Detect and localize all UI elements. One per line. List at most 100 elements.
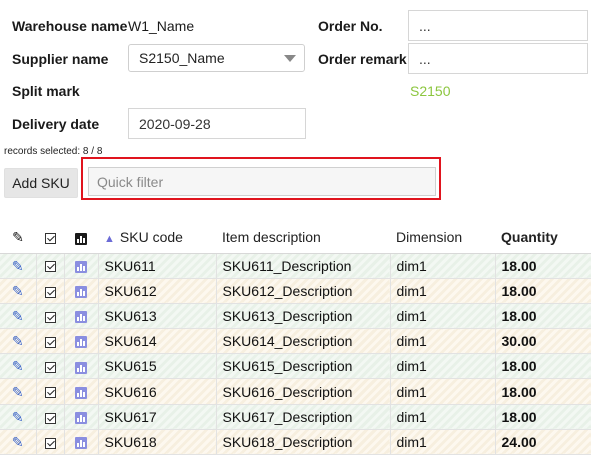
select-cell[interactable] xyxy=(36,278,65,304)
bar-chart-icon[interactable] xyxy=(75,437,87,450)
edit-cell[interactable]: ✎ xyxy=(0,303,37,330)
pencil-icon[interactable]: ✎ xyxy=(12,309,24,323)
supplier-select[interactable]: S2150_Name xyxy=(128,44,305,72)
bar-chart-icon[interactable] xyxy=(75,260,87,273)
edit-cell[interactable]: ✎ xyxy=(0,278,37,304)
sku-code-header-label: SKU code xyxy=(119,229,183,246)
quantity-cell[interactable]: 24.00 xyxy=(495,429,591,456)
delivery-date-label: Delivery date xyxy=(12,116,100,132)
quantity-cell[interactable]: 18.00 xyxy=(495,353,591,380)
bar-chart-icon[interactable] xyxy=(75,361,87,374)
dimension-cell: dim1 xyxy=(390,328,496,355)
checkbox-icon[interactable] xyxy=(44,311,56,323)
edit-cell[interactable]: ✎ xyxy=(0,353,37,380)
table-row[interactable]: ✎ SKU614 SKU614_Description dim1 30.00 xyxy=(0,328,591,355)
detail-cell[interactable] xyxy=(64,378,99,405)
pencil-icon[interactable]: ✎ xyxy=(12,410,24,424)
edit-cell[interactable]: ✎ xyxy=(0,404,37,430)
edit-column-header: ✎ xyxy=(0,222,36,254)
dimension-cell: dim1 xyxy=(390,278,496,304)
detail-cell[interactable] xyxy=(64,303,99,330)
split-mark-label: Split mark xyxy=(12,83,80,99)
quantity-cell[interactable]: 18.00 xyxy=(495,378,591,405)
table-header-row: ✎ ▲ SKU code Item description Dimension Q… xyxy=(0,222,591,254)
dimension-cell: dim1 xyxy=(390,353,496,380)
select-cell[interactable] xyxy=(36,303,65,330)
pencil-icon[interactable]: ✎ xyxy=(12,435,24,449)
quantity-cell[interactable]: 18.00 xyxy=(495,303,591,330)
checkbox-icon[interactable] xyxy=(44,437,56,449)
bar-chart-icon[interactable] xyxy=(75,386,87,399)
detail-cell[interactable] xyxy=(64,278,99,304)
select-cell[interactable] xyxy=(36,429,65,456)
select-column-header[interactable] xyxy=(36,222,64,254)
table-row[interactable]: ✎ SKU611 SKU611_Description dim1 18.00 xyxy=(0,253,591,279)
table-row[interactable]: ✎ SKU615 SKU615_Description dim1 18.00 xyxy=(0,353,591,380)
select-cell[interactable] xyxy=(36,253,65,279)
warehouse-label: Warehouse name xyxy=(12,18,128,34)
quantity-cell[interactable]: 18.00 xyxy=(495,253,591,279)
bar-chart-icon[interactable] xyxy=(75,286,87,299)
dimension-cell: dim1 xyxy=(390,303,496,330)
edit-cell[interactable]: ✎ xyxy=(0,328,37,355)
edit-cell[interactable]: ✎ xyxy=(0,378,37,405)
pencil-icon[interactable]: ✎ xyxy=(12,334,24,348)
checkbox-icon[interactable] xyxy=(44,362,56,374)
order-remark-label: Order remark xyxy=(318,51,407,67)
sku-code-cell: SKU618 xyxy=(98,429,217,456)
detail-cell[interactable] xyxy=(64,429,99,456)
quantity-cell[interactable]: 30.00 xyxy=(495,328,591,355)
bar-chart-icon[interactable] xyxy=(75,412,87,425)
detail-cell[interactable] xyxy=(64,328,99,355)
item-description-header[interactable]: Item description xyxy=(216,222,390,254)
sku-code-cell: SKU615 xyxy=(98,353,217,380)
dimension-cell: dim1 xyxy=(390,378,496,405)
edit-cell[interactable]: ✎ xyxy=(0,429,37,456)
detail-cell[interactable] xyxy=(64,353,99,380)
checkbox-icon[interactable] xyxy=(44,286,56,298)
table-row[interactable]: ✎ SKU616 SKU616_Description dim1 18.00 xyxy=(0,378,591,405)
detail-cell[interactable] xyxy=(64,404,99,430)
order-remark-field[interactable]: ... xyxy=(408,43,588,74)
order-no-field[interactable]: ... xyxy=(408,10,588,41)
dimension-header[interactable]: Dimension xyxy=(390,222,495,254)
sku-code-cell: SKU614 xyxy=(98,328,217,355)
checkbox-icon[interactable] xyxy=(44,412,56,424)
select-cell[interactable] xyxy=(36,328,65,355)
order-no-label: Order No. xyxy=(318,18,383,34)
sku-code-cell: SKU616 xyxy=(98,378,217,405)
checkbox-icon[interactable] xyxy=(44,336,56,348)
delivery-date-field[interactable]: 2020-09-28 xyxy=(128,108,306,139)
select-cell[interactable] xyxy=(36,404,65,430)
bar-chart-icon[interactable] xyxy=(75,311,87,324)
checkbox-icon[interactable] xyxy=(44,387,56,399)
select-cell[interactable] xyxy=(36,353,65,380)
pencil-icon[interactable]: ✎ xyxy=(12,385,24,399)
add-sku-button[interactable]: Add SKU xyxy=(4,168,78,198)
sku-code-cell: SKU613 xyxy=(98,303,217,330)
quantity-cell[interactable]: 18.00 xyxy=(495,278,591,304)
table-row[interactable]: ✎ SKU613 SKU613_Description dim1 18.00 xyxy=(0,303,591,330)
select-cell[interactable] xyxy=(36,378,65,405)
detail-column-header xyxy=(64,222,98,254)
checkbox-icon[interactable] xyxy=(44,233,56,245)
dimension-cell: dim1 xyxy=(390,404,496,430)
bar-chart-icon[interactable] xyxy=(75,336,87,349)
pencil-icon[interactable]: ✎ xyxy=(12,259,24,273)
item-description-cell: SKU617_Description xyxy=(216,404,391,430)
detail-cell[interactable] xyxy=(64,253,99,279)
table-row[interactable]: ✎ SKU618 SKU618_Description dim1 24.00 xyxy=(0,429,591,456)
quantity-header[interactable]: Quantity xyxy=(495,222,591,254)
sku-code-cell: SKU612 xyxy=(98,278,217,304)
checkbox-icon[interactable] xyxy=(44,261,56,273)
sku-table: ✎ ▲ SKU code Item description Dimension Q… xyxy=(0,222,591,456)
table-row[interactable]: ✎ SKU612 SKU612_Description dim1 18.00 xyxy=(0,278,591,304)
sku-code-header[interactable]: ▲ SKU code xyxy=(98,222,216,254)
pencil-icon[interactable]: ✎ xyxy=(12,359,24,373)
sku-code-cell: SKU611 xyxy=(98,253,217,279)
quick-filter-input[interactable] xyxy=(88,167,436,196)
table-row[interactable]: ✎ SKU617 SKU617_Description dim1 18.00 xyxy=(0,404,591,430)
quantity-cell[interactable]: 18.00 xyxy=(495,404,591,430)
edit-cell[interactable]: ✎ xyxy=(0,253,37,279)
pencil-icon[interactable]: ✎ xyxy=(12,284,24,298)
